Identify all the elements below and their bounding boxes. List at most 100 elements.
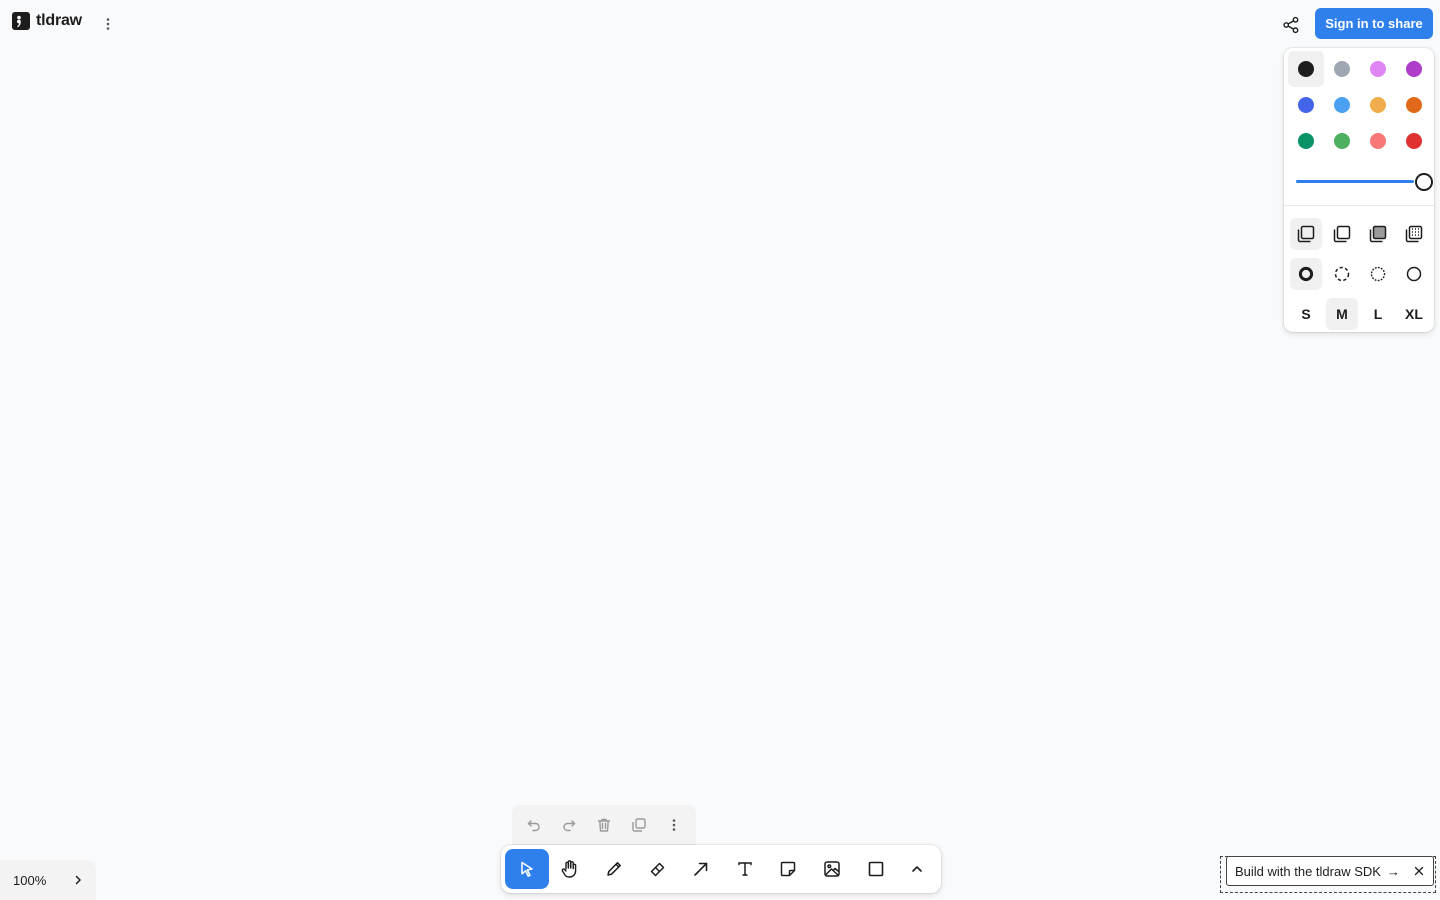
fill-pattern-icon [1405,225,1423,243]
tool-hand-button[interactable] [549,849,593,889]
fill-none-option[interactable] [1288,214,1324,254]
color-swatch-red[interactable] [1396,123,1432,159]
size-m-option[interactable]: M [1324,294,1360,334]
text-icon [738,862,752,876]
share-icon [1283,16,1299,34]
color-swatch-yellow[interactable] [1360,87,1396,123]
dash-dotted-option[interactable] [1360,254,1396,294]
color-dot [1370,97,1386,113]
dash-solid-option[interactable] [1396,254,1432,294]
tool-select-button[interactable] [505,849,549,889]
color-swatch-green[interactable] [1288,123,1324,159]
pencil-icon [607,862,621,876]
main-menu-button[interactable] [98,14,118,34]
size-xl-option[interactable]: XL [1396,294,1432,334]
color-swatch-orange[interactable] [1396,87,1432,123]
color-swatch-grey[interactable] [1324,51,1360,87]
cursor-icon [521,861,533,877]
tool-asset-button[interactable] [810,849,854,889]
tool-draw-button[interactable] [592,849,636,889]
quick-actions-bar [512,805,696,845]
sign-in-to-share-button[interactable]: Sign in to share [1315,8,1433,39]
color-swatch-light-green[interactable] [1324,123,1360,159]
zoom-menu: 100% [0,860,96,900]
undo-icon [527,820,540,832]
promo-label: Build with the tldraw SDK [1235,863,1381,879]
image-icon [824,861,840,877]
chevron-right-icon [75,875,81,885]
color-swatch-black[interactable] [1288,51,1324,87]
tool-rectangle-button[interactable] [854,849,898,889]
tool-eraser-button[interactable] [636,849,680,889]
app-brand: tldraw [12,12,82,30]
tool-note-button[interactable] [767,849,811,889]
dash-draw-option[interactable] [1288,254,1324,294]
color-dot [1370,133,1386,149]
tldraw-logo-icon [12,12,30,30]
tool-toolbar [501,845,941,893]
dash-dashed-option[interactable] [1324,254,1360,294]
duplicate-icon [632,818,646,832]
tool-text-button[interactable] [723,849,767,889]
app-name: tldraw [36,12,82,29]
dash-draw-icon [1298,266,1314,282]
fill-semi-option[interactable] [1324,214,1360,254]
color-swatch-light-violet[interactable] [1360,51,1396,87]
opacity-fill [1296,180,1414,183]
style-options: S M L XL [1288,214,1432,334]
color-dot [1298,133,1314,149]
close-icon [1414,866,1424,876]
style-panel: S M L XL [1284,48,1434,332]
arrow-icon [694,862,708,876]
size-label: S [1301,306,1311,322]
undo-button[interactable] [518,809,550,841]
more-actions-button[interactable] [658,809,690,841]
rectangle-icon [868,861,883,877]
tool-arrow-button[interactable] [679,849,723,889]
fill-semi-icon [1333,225,1351,243]
dash-dotted-icon [1370,266,1386,282]
color-dot [1334,61,1350,77]
share-button[interactable] [1281,15,1301,35]
eraser-icon [650,862,664,877]
color-dot [1370,61,1386,77]
color-dot [1334,97,1350,113]
minimap-toggle-button[interactable] [68,870,88,890]
dash-solid-icon [1406,266,1422,282]
opacity-slider[interactable] [1296,172,1433,191]
redo-button[interactable] [553,809,585,841]
size-l-option[interactable]: L [1360,294,1396,334]
opacity-slider-thumb[interactable] [1415,173,1433,191]
fill-pattern-option[interactable] [1396,214,1432,254]
color-swatch-violet[interactable] [1396,51,1432,87]
close-promo-button[interactable] [1411,863,1427,879]
more-icon [673,819,676,831]
color-swatch-light-blue[interactable] [1324,87,1360,123]
duplicate-button[interactable] [623,809,655,841]
delete-button[interactable] [588,809,620,841]
size-label: L [1373,306,1383,322]
color-dot [1298,61,1314,77]
color-swatch-blue[interactable] [1288,87,1324,123]
color-swatch-light-red[interactable] [1360,123,1396,159]
color-dot [1406,61,1422,77]
size-label: M [1336,306,1348,322]
dash-dashed-icon [1334,266,1350,282]
hand-icon [562,860,577,878]
color-dot [1334,133,1350,149]
zoom-level-button[interactable]: 100% [13,873,46,888]
chevron-up-icon [912,866,922,872]
sdk-promo: Build with the tldraw SDK → [1226,856,1434,886]
more-tools-button[interactable] [897,849,937,889]
color-dot [1406,133,1422,149]
trash-icon [597,818,611,832]
fill-solid-icon [1369,225,1387,243]
style-panel-divider [1284,205,1434,206]
color-dot [1298,97,1314,113]
redo-icon [563,820,575,832]
fill-none-icon [1297,225,1315,243]
fill-solid-option[interactable] [1360,214,1396,254]
build-with-sdk-link[interactable]: Build with the tldraw SDK → [1235,864,1400,879]
size-s-option[interactable]: S [1288,294,1324,334]
size-label: XL [1405,306,1423,322]
